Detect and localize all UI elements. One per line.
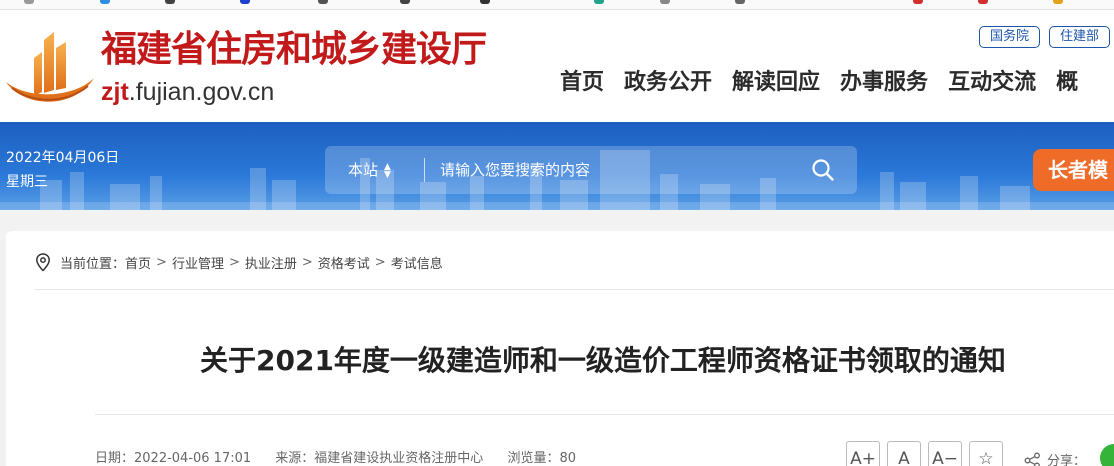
main-nav: 首页 政务公开 解读回应 办事服务 互动交流 概 — [560, 68, 1078, 98]
elder-mode-button[interactable]: 长者模 — [1033, 149, 1114, 191]
font-increase-button[interactable]: A+ — [846, 441, 880, 466]
nav-item-government-affairs[interactable]: 政务公开 — [624, 68, 712, 98]
title-divider — [95, 414, 1114, 415]
breadcrumb-prefix: 当前位置： — [60, 257, 126, 272]
favorite-star-icon[interactable]: ☆ — [969, 441, 1003, 466]
breadcrumb-separator: > — [156, 255, 167, 270]
current-date: 2022年04月06日 星期三 — [6, 146, 119, 194]
article-views: 浏览量：80 — [507, 451, 576, 466]
site-domain-rest: .fujian.gov.cn — [128, 78, 275, 106]
browser-bookmark-strip — [0, 0, 1114, 10]
share-area: 分享： — [1024, 450, 1086, 466]
breadcrumb: 当前位置： 首页 > 行业管理 > 执业注册 > 资格考试 > 考试信息 — [35, 253, 443, 272]
breadcrumb-exam-info[interactable]: 考试信息 — [391, 253, 443, 272]
article-meta: 日期：2022-04-06 17:01 来源：福建省建设执业资格注册中心 浏览量… — [95, 450, 596, 466]
article-panel: 当前位置： 首页 > 行业管理 > 执业注册 > 资格考试 > 考试信息 关于2… — [6, 231, 1114, 466]
font-normal-button[interactable]: A — [887, 441, 921, 466]
site-domain-prefix: zjt — [101, 78, 129, 106]
article-source: 来源：福建省建设执业资格注册中心 — [275, 451, 484, 466]
site-title[interactable]: 福建省住房和城乡建设厅 — [101, 28, 487, 70]
location-pin-icon — [36, 253, 50, 272]
nav-item-interpretation[interactable]: 解读回应 — [732, 68, 820, 98]
wechat-share-icon[interactable] — [1100, 444, 1114, 466]
search-scope-select[interactable]: 本站 ▲ ▼ — [348, 146, 391, 194]
breadcrumb-separator: > — [374, 255, 386, 270]
breadcrumb-registration[interactable]: 执业注册 — [245, 253, 297, 272]
search-divider — [424, 158, 425, 182]
breadcrumb-separator: > — [228, 255, 240, 270]
article-title: 关于2021年度一级建造师和一级造价工程师资格证书领取的通知 — [200, 344, 1006, 377]
breadcrumb-industry-management[interactable]: 行业管理 — [172, 253, 224, 272]
top-links: 国务院 住建部 — [978, 26, 1110, 48]
breadcrumb-home[interactable]: 首页 — [125, 253, 151, 272]
nav-item-home[interactable]: 首页 — [560, 68, 604, 98]
nav-item-overview[interactable]: 概 — [1056, 68, 1078, 98]
search-input[interactable] — [440, 146, 800, 194]
search-scope-label: 本站 — [348, 161, 379, 179]
site-logo-icon[interactable] — [4, 26, 96, 112]
link-state-council[interactable]: 国务院 — [978, 26, 1040, 48]
date-text: 2022年04月06日 — [6, 150, 120, 166]
breadcrumb-separator: > — [301, 255, 313, 270]
breadcrumb-divider — [35, 289, 1114, 290]
site-domain: zjt.fujian.gov.cn — [101, 78, 274, 106]
site-header: 福建省住房和城乡建设厅 zjt.fujian.gov.cn 国务院 住建部 首页… — [0, 10, 1114, 122]
search-box: 本站 ▲ ▼ — [325, 146, 857, 194]
nav-item-interaction[interactable]: 互动交流 — [948, 68, 1036, 98]
breadcrumb-qualification-exam[interactable]: 资格考试 — [318, 253, 370, 272]
search-banner: 2022年04月06日 星期三 本站 ▲▼ 长者模 — [0, 122, 1114, 210]
weekday-text: 星期三 — [6, 174, 48, 190]
font-decrease-button[interactable]: A− — [928, 441, 962, 466]
nav-item-services[interactable]: 办事服务 — [840, 68, 928, 98]
sort-caret-icon: ▲ ▼ — [384, 161, 391, 180]
search-icon[interactable] — [811, 158, 835, 182]
article-date: 日期：2022-04-06 17:01 — [95, 451, 252, 466]
share-label: 分享： — [1047, 454, 1087, 466]
link-mohurd[interactable]: 住建部 — [1048, 26, 1110, 48]
share-icon — [1024, 452, 1040, 466]
